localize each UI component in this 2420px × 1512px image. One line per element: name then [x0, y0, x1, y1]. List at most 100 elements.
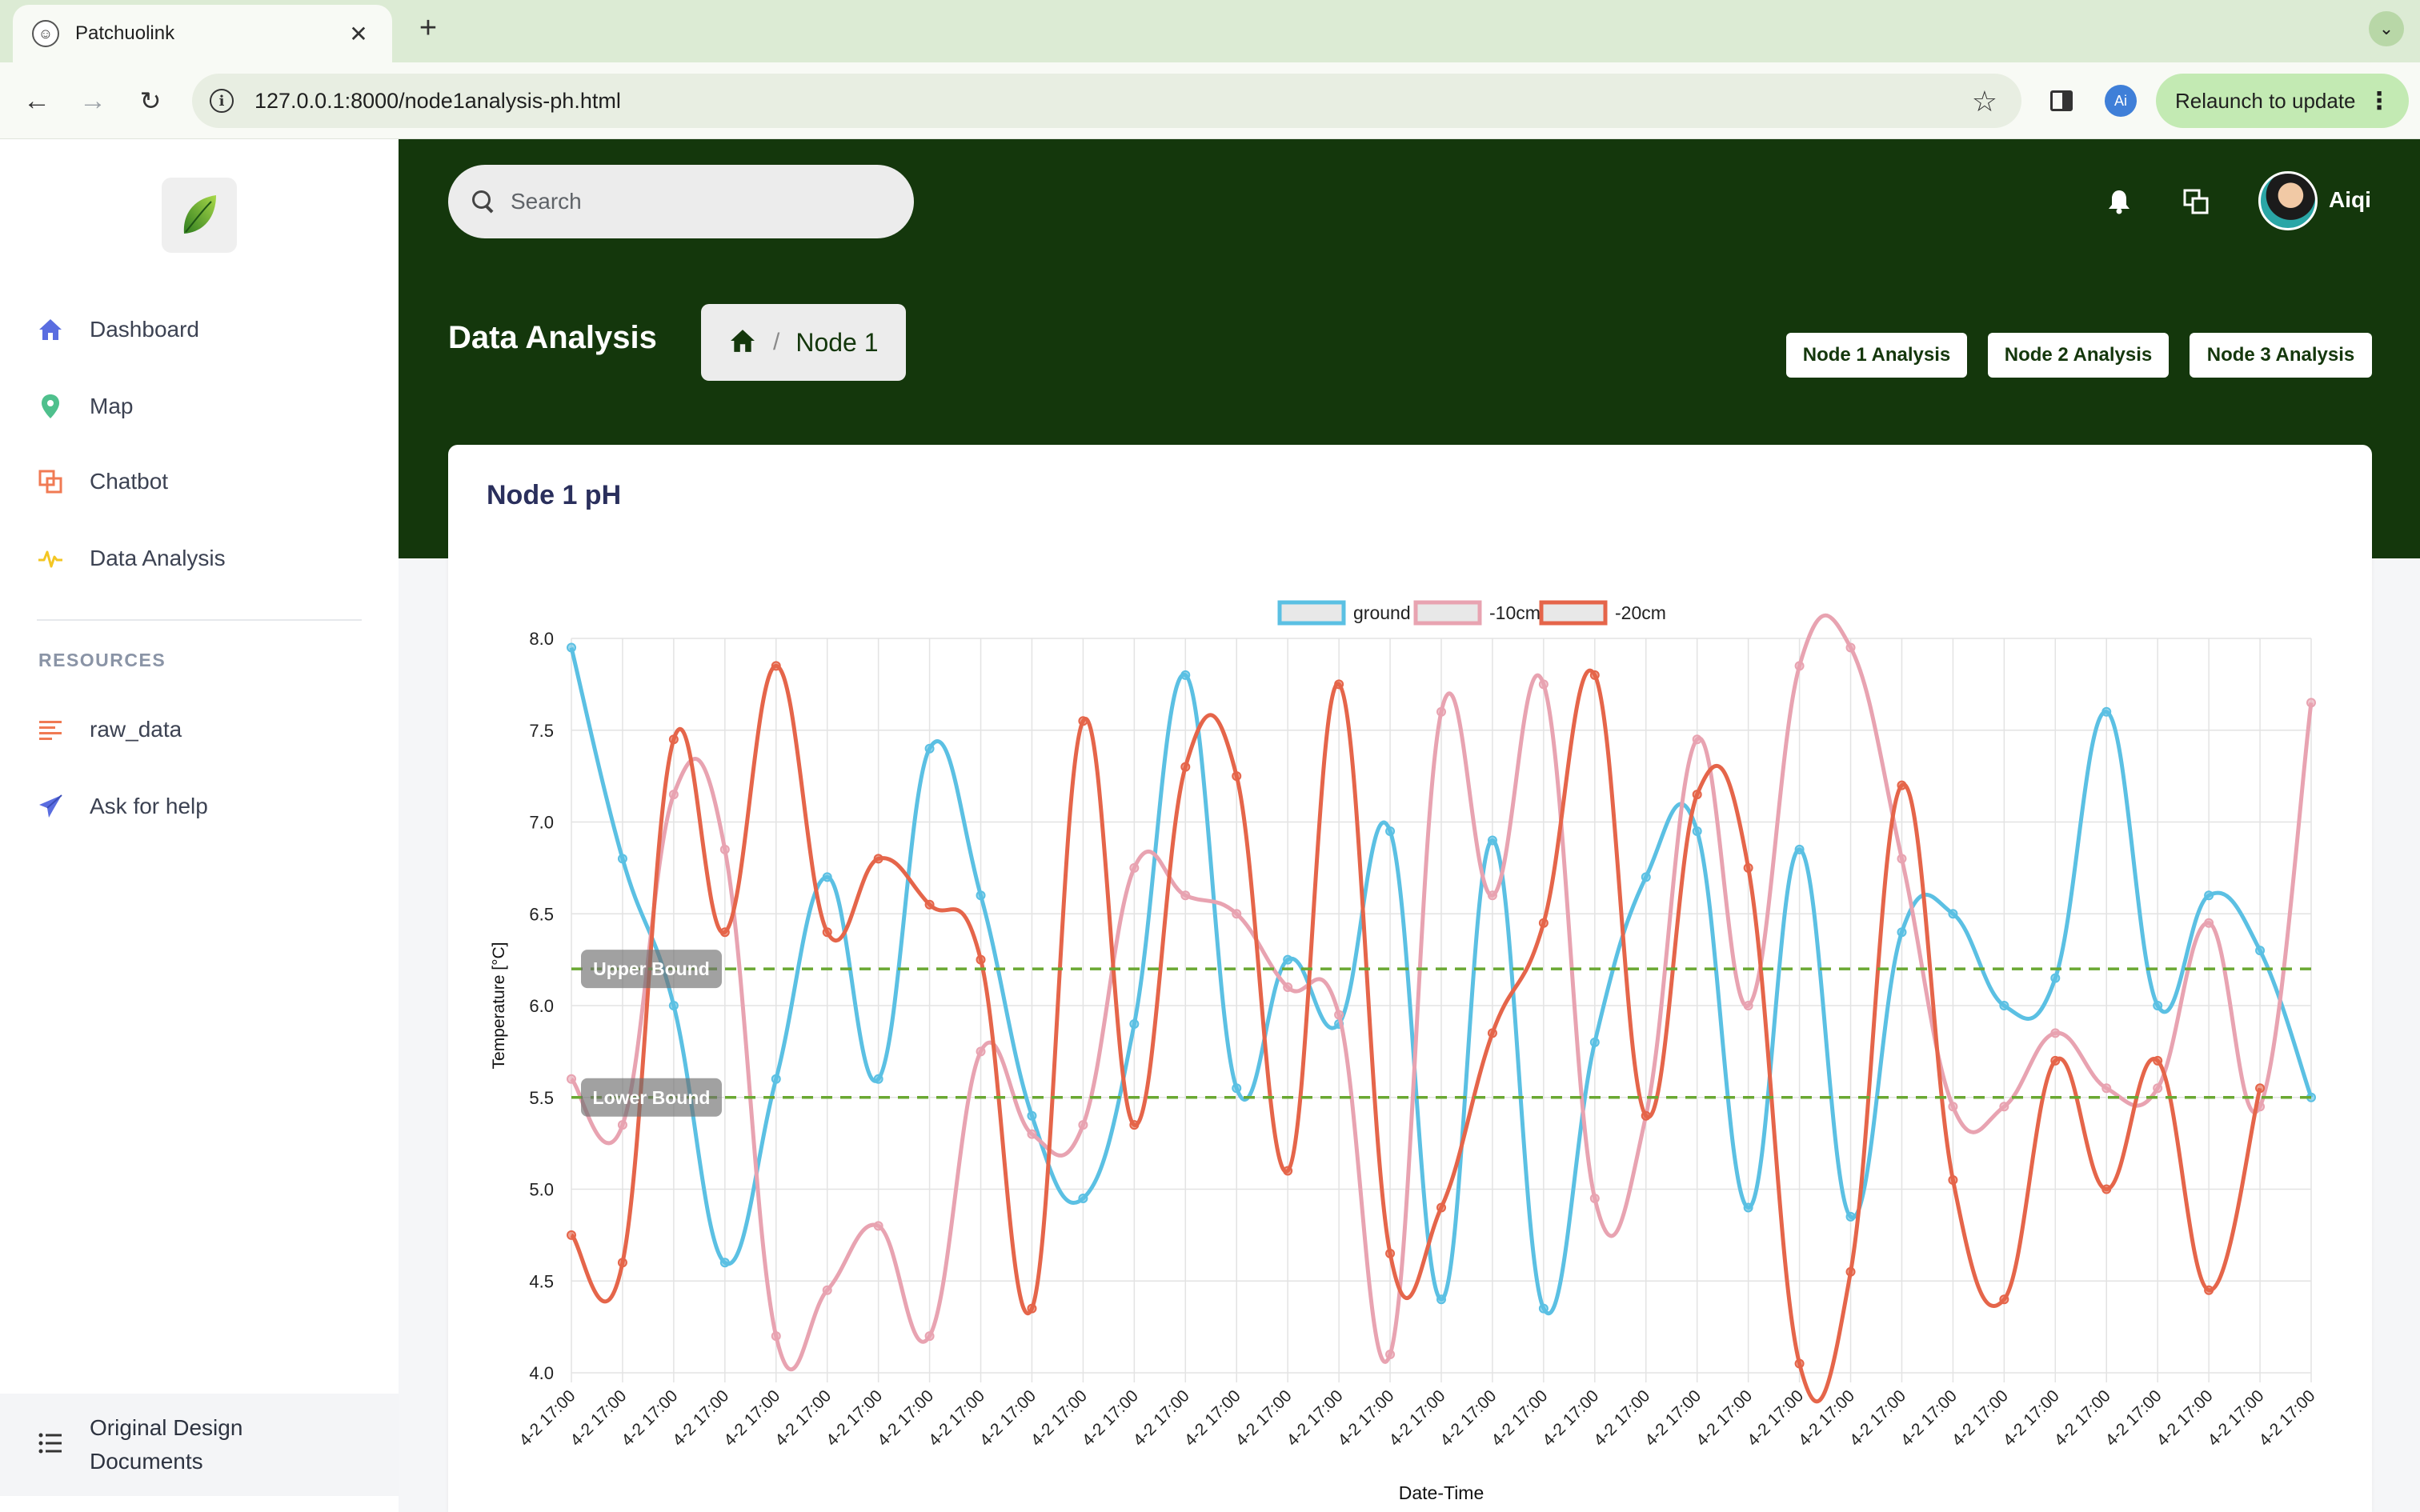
list-lines-icon	[37, 716, 64, 743]
y-tick-label: 5.0	[529, 1180, 554, 1200]
sidebar-item-label: Ask for help	[90, 794, 208, 818]
data-point	[2050, 1055, 2061, 1066]
node-2-analysis-button[interactable]: Node 2 Analysis	[1988, 333, 2169, 378]
document-list-icon	[38, 1432, 62, 1458]
data-point	[617, 1120, 627, 1130]
node-1-analysis-button[interactable]: Node 1 Analysis	[1786, 333, 1967, 378]
sidebar-item-map[interactable]: Map	[37, 382, 133, 430]
data-point	[567, 642, 576, 653]
bound-label: Lower Bound	[593, 1087, 711, 1108]
data-point	[1845, 642, 1856, 653]
data-point	[1487, 835, 1497, 846]
site-info-icon[interactable]: i	[210, 89, 234, 113]
data-point	[976, 1046, 986, 1057]
search-icon	[472, 190, 495, 213]
bookmark-star-icon[interactable]: ☆	[1972, 85, 1997, 118]
sidebar-item-ask-for-help[interactable]: Ask for help	[37, 782, 208, 830]
data-point	[1180, 890, 1191, 901]
chat-window-icon[interactable]	[2177, 182, 2215, 221]
data-point	[771, 1074, 781, 1084]
map-pin-icon	[37, 393, 64, 420]
data-point	[567, 1230, 576, 1240]
data-point	[2255, 946, 2266, 956]
resources-heading: RESOURCES	[38, 650, 166, 670]
home-icon	[37, 316, 64, 343]
more-menu-icon[interactable]: ⋮	[2367, 87, 2391, 115]
chat-icon	[37, 468, 64, 495]
new-tab-icon[interactable]: +	[408, 11, 448, 46]
legend-swatch	[1539, 600, 1608, 626]
y-tick-label: 5.5	[529, 1088, 554, 1108]
data-point	[1897, 780, 1907, 790]
page-title: Data Analysis	[448, 320, 657, 355]
node-3-analysis-button[interactable]: Node 3 Analysis	[2190, 333, 2372, 378]
ph-line-chart[interactable]: 4.04.55.05.56.06.57.07.58.04-2 17:004-2 …	[448, 445, 2372, 1512]
data-point	[1232, 909, 1242, 919]
legend-label: ground	[1353, 602, 1411, 623]
tab-close-icon[interactable]: ✕	[344, 21, 373, 47]
data-point	[1948, 1175, 1958, 1186]
data-point	[1641, 872, 1651, 882]
sidebar-footer-link[interactable]: Original Design Documents	[0, 1394, 399, 1496]
data-point	[1385, 1350, 1396, 1360]
data-point	[2153, 1055, 2163, 1066]
data-point	[1589, 670, 1600, 680]
profile-icon[interactable]: Ai	[2100, 80, 2142, 122]
username[interactable]: Aiqi	[2329, 187, 2371, 213]
x-tick-label: 4-2 17:00	[2256, 1386, 2319, 1450]
data-point	[1027, 1303, 1037, 1314]
breadcrumb-home-icon[interactable]	[728, 328, 757, 358]
data-point	[1487, 890, 1497, 901]
data-point	[2204, 918, 2214, 928]
data-point	[1078, 1120, 1088, 1130]
browser-tab[interactable]: ☺ Patchuolink ✕	[13, 5, 392, 62]
data-point	[1641, 1110, 1651, 1121]
search-input[interactable]	[511, 189, 895, 214]
data-point	[1743, 1202, 1753, 1213]
data-point	[1999, 1294, 2009, 1305]
data-point	[1743, 1001, 1753, 1010]
sidebar-item-raw-data[interactable]: raw_data	[37, 706, 182, 754]
sidebar-item-chatbot[interactable]: Chatbot	[37, 458, 168, 506]
y-tick-label: 4.5	[529, 1271, 554, 1291]
data-point	[2101, 1184, 2112, 1194]
leaf-icon	[183, 195, 216, 234]
avatar[interactable]	[2258, 171, 2318, 230]
relaunch-label: Relaunch to update	[2175, 88, 2356, 113]
y-tick-label: 6.5	[529, 904, 554, 924]
data-point	[2153, 1083, 2163, 1094]
data-point	[873, 1221, 883, 1231]
sidebar-item-dashboard[interactable]: Dashboard	[37, 306, 199, 354]
x-axis-label: Date-Time	[1399, 1482, 1484, 1503]
data-point	[1232, 1083, 1242, 1094]
data-point	[719, 844, 730, 854]
data-point	[1692, 734, 1702, 745]
data-point	[1283, 982, 1293, 993]
search-bar[interactable]	[448, 165, 914, 238]
paper-plane-icon	[37, 793, 64, 820]
browser-toolbar: ← → ↻ i 127.0.0.1:8000/node1analysis-ph.…	[0, 62, 2420, 139]
data-point	[1794, 844, 1805, 854]
relaunch-button[interactable]: Relaunch to update ⋮	[2156, 74, 2409, 128]
app-logo[interactable]	[162, 178, 237, 253]
data-point	[1794, 1358, 1805, 1369]
side-panel-icon[interactable]	[2041, 80, 2082, 122]
data-point	[1845, 1266, 1856, 1277]
data-point	[873, 854, 883, 864]
back-icon[interactable]: ←	[16, 80, 58, 122]
tab-search-icon[interactable]: ⌄	[2369, 11, 2404, 46]
url-text[interactable]: 127.0.0.1:8000/node1analysis-ph.html	[254, 89, 621, 114]
data-point	[2101, 706, 2112, 717]
data-point	[2050, 973, 2061, 983]
sidebar-item-data-analysis[interactable]: Data Analysis	[37, 534, 226, 582]
reload-icon[interactable]: ↻	[130, 80, 171, 122]
bell-icon[interactable]	[2100, 182, 2138, 221]
data-point	[1897, 854, 1907, 864]
sidebar-item-label: Map	[90, 394, 134, 418]
data-point	[668, 734, 679, 745]
data-point	[617, 1258, 627, 1268]
data-point	[1692, 826, 1702, 836]
forward-icon[interactable]: →	[72, 80, 114, 122]
address-bar[interactable]: i 127.0.0.1:8000/node1analysis-ph.html ☆	[192, 74, 2021, 128]
data-point	[1487, 1028, 1497, 1038]
